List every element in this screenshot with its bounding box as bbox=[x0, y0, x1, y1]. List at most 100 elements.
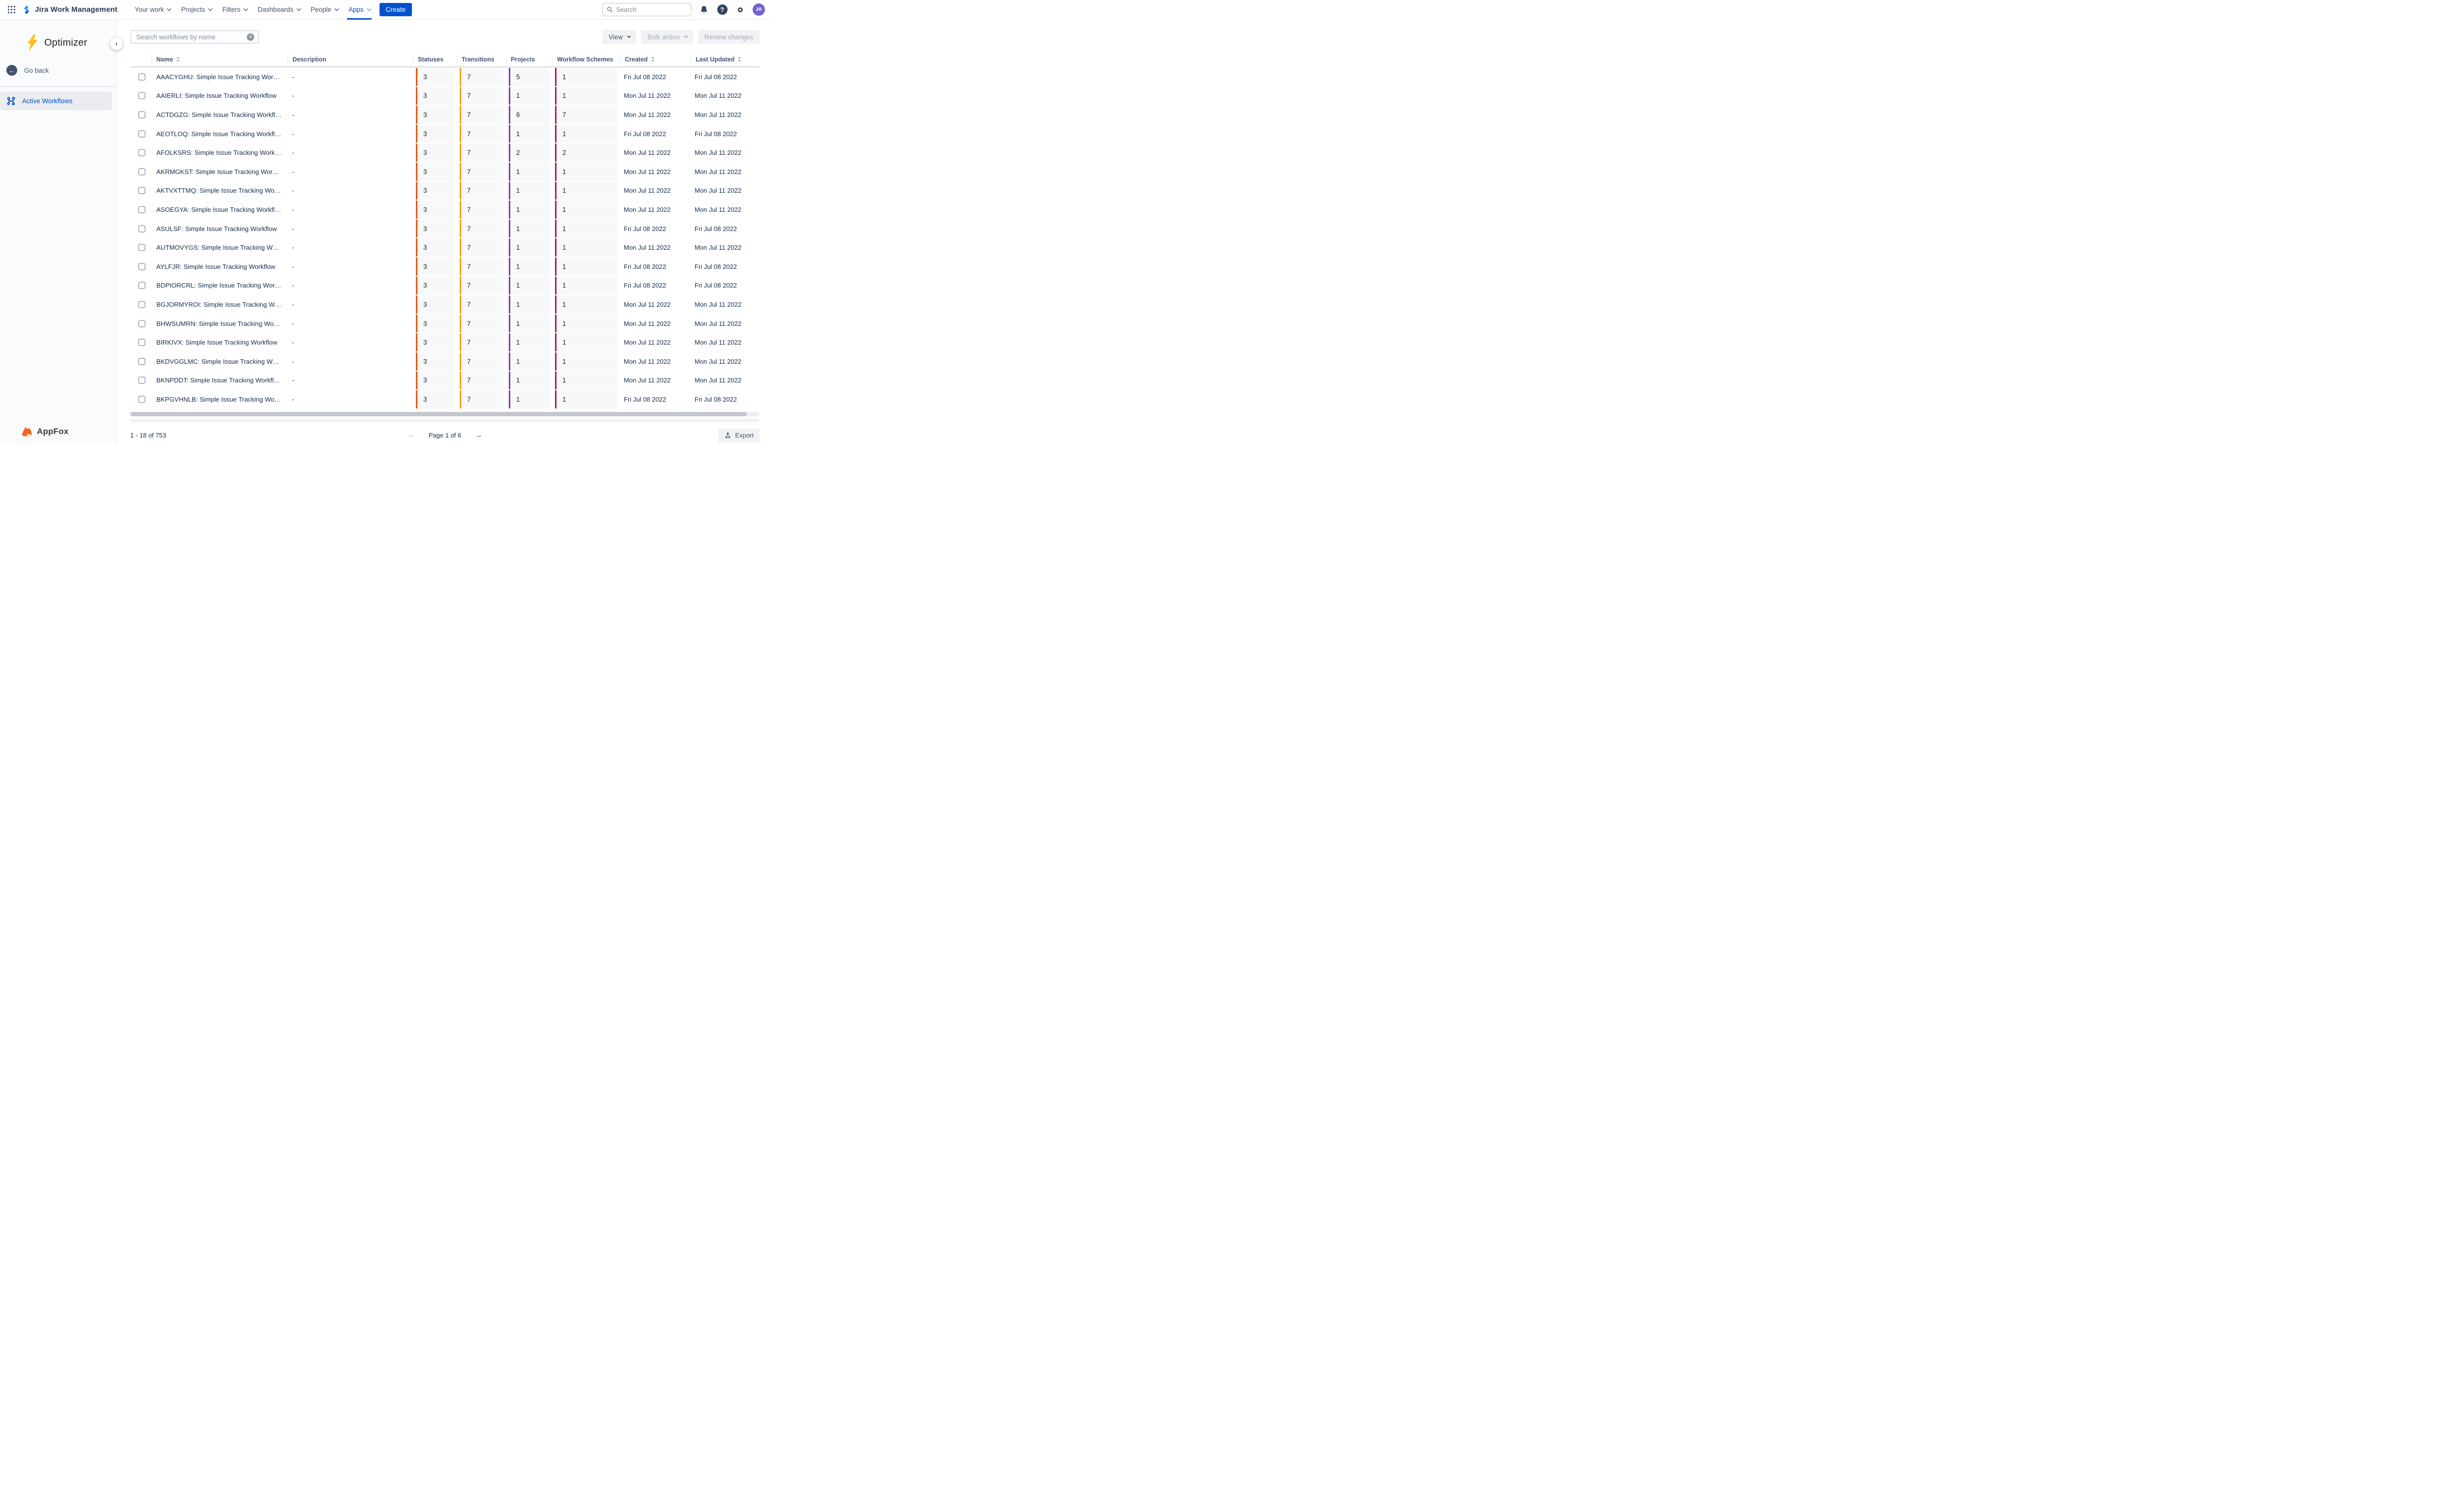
notifications-button[interactable] bbox=[698, 4, 710, 16]
row-checkbox[interactable] bbox=[138, 320, 146, 327]
nav-item-filters[interactable]: Filters bbox=[217, 0, 252, 20]
table-header: NameDescriptionStatusesTransitionsProjec… bbox=[130, 52, 760, 67]
table-row: AAIERLI: Simple Issue Tracking Workflow-… bbox=[130, 87, 760, 106]
projects-cell: 1 bbox=[506, 314, 552, 333]
chevron-down-icon bbox=[367, 6, 372, 11]
checkbox-cell bbox=[130, 295, 151, 314]
statuses-cell: 3 bbox=[413, 333, 457, 352]
workflow-description: - bbox=[288, 187, 413, 194]
search-icon bbox=[607, 6, 613, 13]
next-page-button[interactable]: → bbox=[475, 432, 482, 439]
checkbox-cell bbox=[130, 219, 151, 238]
row-checkbox[interactable] bbox=[138, 225, 146, 233]
last-updated-date: Fri Jul 08 2022 bbox=[691, 263, 760, 270]
row-checkbox[interactable] bbox=[138, 244, 146, 251]
projects-cell: 1 bbox=[506, 390, 552, 409]
last-updated-date: Mon Jul 11 2022 bbox=[691, 377, 760, 384]
workflow-schemes-cell: 1 bbox=[552, 333, 620, 352]
row-checkbox[interactable] bbox=[138, 396, 146, 403]
column-header-description: Description bbox=[288, 55, 413, 63]
nav-item-dashboards[interactable]: Dashboards bbox=[252, 0, 305, 20]
projects-cell: 1 bbox=[506, 87, 552, 106]
create-button[interactable]: Create bbox=[380, 3, 412, 16]
checkbox-cell bbox=[130, 105, 151, 124]
row-checkbox[interactable] bbox=[138, 92, 146, 99]
view-dropdown-button[interactable]: View bbox=[602, 30, 636, 44]
sidebar-item-active-workflows[interactable]: Active Workflows bbox=[0, 91, 112, 110]
row-checkbox[interactable] bbox=[138, 130, 146, 138]
global-search[interactable] bbox=[602, 3, 692, 16]
column-header-projects: Projects bbox=[506, 55, 552, 63]
statuses-cell: 3 bbox=[413, 181, 457, 201]
table-row: ACTDGZG: Simple Issue Tracking Workflow-… bbox=[130, 105, 760, 124]
statuses-cell: 3 bbox=[413, 143, 457, 162]
table-bottom-edge bbox=[130, 419, 760, 422]
last-updated-date: Mon Jul 11 2022 bbox=[691, 111, 760, 118]
checkbox-cell bbox=[130, 87, 151, 106]
workflow-schemes-cell: 1 bbox=[552, 181, 620, 201]
clear-search-icon[interactable]: ✕ bbox=[247, 33, 254, 41]
nav-item-projects[interactable]: Projects bbox=[176, 0, 217, 20]
export-button[interactable]: Export bbox=[718, 429, 760, 442]
row-checkbox[interactable] bbox=[138, 358, 146, 365]
transitions-cell: 7 bbox=[457, 390, 506, 409]
horizontal-scrollbar bbox=[130, 412, 760, 416]
sidebar-divider bbox=[0, 86, 117, 87]
previous-page-button[interactable]: ← bbox=[408, 432, 415, 439]
workflow-search-input[interactable] bbox=[136, 33, 247, 41]
sort-icon bbox=[176, 57, 180, 62]
help-button[interactable]: ? bbox=[716, 4, 728, 16]
page-layout: Optimizer ← Go back Act bbox=[0, 20, 771, 444]
user-avatar[interactable]: JR bbox=[753, 3, 765, 16]
chevron-down-icon bbox=[208, 6, 213, 11]
workflow-search[interactable]: ✕ bbox=[130, 30, 259, 44]
sidebar-collapse-button[interactable]: ‹ bbox=[110, 37, 123, 50]
row-checkbox[interactable] bbox=[138, 168, 146, 175]
primary-nav: Your workProjectsFiltersDashboardsPeople… bbox=[129, 0, 376, 20]
review-changes-button[interactable]: Review changes bbox=[698, 30, 760, 44]
appfox-label: AppFox bbox=[37, 427, 68, 436]
product-home-link[interactable]: Jira Work Management bbox=[22, 5, 117, 15]
row-checkbox[interactable] bbox=[138, 339, 146, 346]
app-switcher-icon[interactable] bbox=[5, 3, 18, 16]
row-checkbox[interactable] bbox=[138, 73, 146, 81]
row-checkbox[interactable] bbox=[138, 263, 146, 270]
row-checkbox[interactable] bbox=[138, 206, 146, 213]
nav-item-your-work[interactable]: Your work bbox=[129, 0, 176, 20]
app-window: Jira Work Management Your workProjectsFi… bbox=[0, 0, 771, 444]
settings-button[interactable] bbox=[734, 4, 746, 16]
row-checkbox[interactable] bbox=[138, 149, 146, 156]
workflow-name: BKPGVHNLB: Simple Issue Tracking Work... bbox=[151, 396, 288, 403]
row-checkbox[interactable] bbox=[138, 111, 146, 118]
jira-logo-icon bbox=[22, 5, 31, 15]
footer-bar: 1 - 18 of 753 ← Page 1 of 6 → Export bbox=[130, 428, 760, 443]
column-header-created[interactable]: Created bbox=[620, 55, 691, 63]
workflow-name: ACTDGZG: Simple Issue Tracking Workflow bbox=[151, 111, 288, 118]
statuses-cell: 3 bbox=[413, 295, 457, 314]
row-checkbox[interactable] bbox=[138, 301, 146, 308]
scrollbar-thumb[interactable] bbox=[130, 412, 747, 416]
row-checkbox[interactable] bbox=[138, 377, 146, 384]
workflow-description: - bbox=[288, 92, 413, 99]
row-checkbox[interactable] bbox=[138, 187, 146, 194]
column-header-last-updated[interactable]: Last Updated bbox=[691, 55, 760, 63]
global-search-input[interactable] bbox=[616, 6, 687, 13]
bulk-action-dropdown-button[interactable]: Bulk action bbox=[641, 30, 693, 44]
chevron-down-icon bbox=[684, 34, 688, 38]
bell-icon bbox=[699, 5, 709, 15]
result-range-label: 1 - 18 of 753 bbox=[130, 432, 166, 439]
nav-item-apps[interactable]: Apps bbox=[343, 0, 376, 20]
column-header-name[interactable]: Name bbox=[151, 55, 288, 63]
row-checkbox[interactable] bbox=[138, 282, 146, 289]
go-back-button[interactable]: ← Go back bbox=[6, 65, 117, 76]
workflow-schemes-cell: 1 bbox=[552, 87, 620, 106]
statuses-cell: 3 bbox=[413, 314, 457, 333]
table-row: AAACYGHU: Simple Issue Tracking Workfl..… bbox=[130, 67, 760, 87]
projects-cell: 6 bbox=[506, 105, 552, 124]
created-date: Mon Jul 11 2022 bbox=[620, 244, 691, 251]
nav-item-people[interactable]: People bbox=[305, 0, 343, 20]
last-updated-date: Fri Jul 08 2022 bbox=[691, 130, 760, 138]
sidebar-item-label: Active Workflows bbox=[22, 97, 73, 105]
workflow-schemes-cell: 1 bbox=[552, 352, 620, 371]
projects-cell: 1 bbox=[506, 219, 552, 238]
